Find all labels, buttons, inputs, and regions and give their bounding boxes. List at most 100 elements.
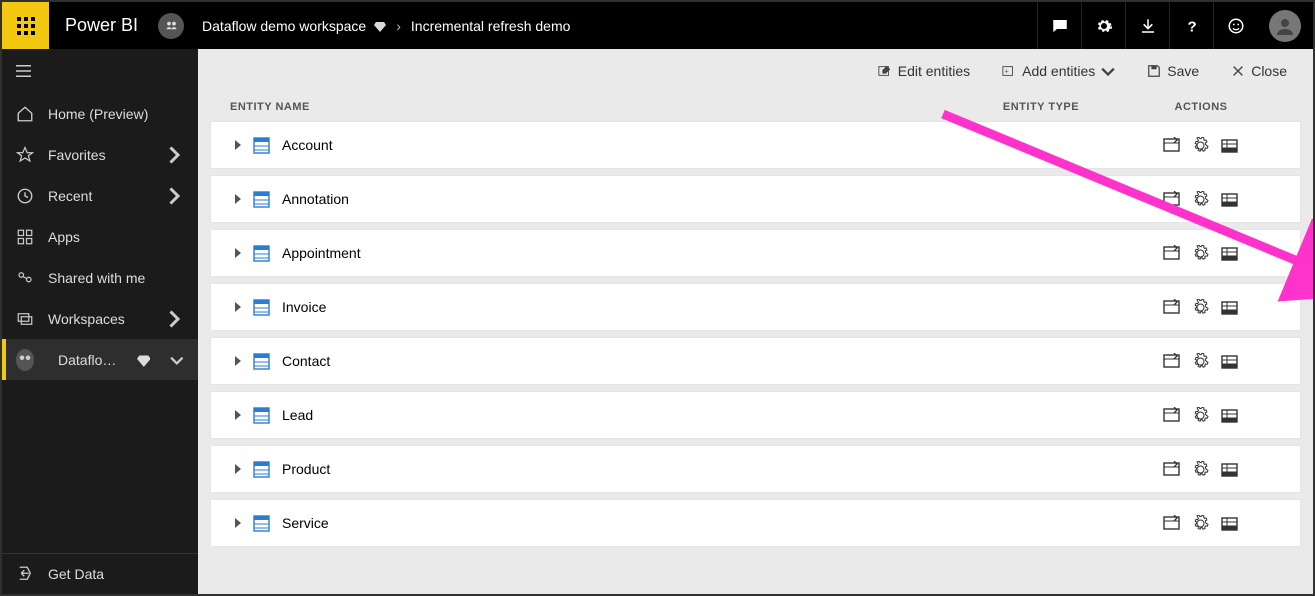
incremental-refresh-button[interactable] xyxy=(1221,407,1238,424)
expand-triangle-icon[interactable] xyxy=(235,464,241,474)
toolbar: Edit entities + Add entities Save Close xyxy=(210,49,1301,93)
feedback-button[interactable] xyxy=(1213,2,1257,49)
entity-settings-button[interactable] xyxy=(1192,515,1209,532)
tool-label: Save xyxy=(1167,63,1199,79)
entity-actions xyxy=(1120,137,1280,154)
expand-triangle-icon[interactable] xyxy=(235,194,241,204)
entity-settings-button[interactable] xyxy=(1192,137,1209,154)
entity-properties-button[interactable] xyxy=(1163,353,1180,370)
expand-triangle-icon[interactable] xyxy=(235,248,241,258)
entity-settings-button[interactable] xyxy=(1192,407,1209,424)
chevron-down-icon xyxy=(170,351,184,369)
chevron-down-icon xyxy=(1101,64,1115,78)
entity-properties-button[interactable] xyxy=(1163,137,1180,154)
app-launcher-button[interactable] xyxy=(2,2,49,49)
entity-name-cell: Service xyxy=(231,515,960,532)
sidebar-item-shared[interactable]: Shared with me xyxy=(2,257,198,298)
get-data-icon xyxy=(16,565,34,583)
star-icon xyxy=(16,146,34,164)
entity-settings-button[interactable] xyxy=(1192,299,1209,316)
svg-text:?: ? xyxy=(1187,18,1196,35)
entity-row[interactable]: Invoice xyxy=(210,283,1301,331)
sidebar-item-apps[interactable]: Apps xyxy=(2,216,198,257)
entity-properties-button[interactable] xyxy=(1163,461,1180,478)
settings-button[interactable] xyxy=(1081,2,1125,49)
incremental-refresh-button[interactable] xyxy=(1221,137,1238,154)
entity-name-cell: Lead xyxy=(231,407,960,424)
user-avatar[interactable] xyxy=(1269,10,1301,42)
download-button[interactable] xyxy=(1125,2,1169,49)
sidebar-item-home[interactable]: Home (Preview) xyxy=(2,93,198,134)
entity-settings-button[interactable] xyxy=(1192,245,1209,262)
save-button[interactable]: Save xyxy=(1147,63,1199,79)
add-entities-button[interactable]: + Add entities xyxy=(1002,63,1115,79)
sidebar-toggle[interactable] xyxy=(2,49,198,93)
sidebar-item-workspaces[interactable]: Workspaces xyxy=(2,298,198,339)
entity-properties-button[interactable] xyxy=(1163,407,1180,424)
breadcrumb-workspace[interactable]: Dataflow demo workspace xyxy=(158,13,386,39)
incremental-refresh-button[interactable] xyxy=(1221,245,1238,262)
sidebar-item-current-workspace[interactable]: Dataflow de... xyxy=(2,339,198,380)
product-name: Power BI xyxy=(65,15,138,36)
entity-settings-button[interactable] xyxy=(1192,353,1209,370)
entity-settings-button[interactable] xyxy=(1192,461,1209,478)
entity-properties-button[interactable] xyxy=(1163,299,1180,316)
sidebar-item-favorites[interactable]: Favorites xyxy=(2,134,198,175)
entity-row[interactable]: Contact xyxy=(210,337,1301,385)
incremental-refresh-button[interactable] xyxy=(1221,353,1238,370)
comments-button[interactable] xyxy=(1037,2,1081,49)
sidebar: Home (Preview) Favorites Recent Apps Sha… xyxy=(2,49,198,594)
sidebar-item-get-data[interactable]: Get Data xyxy=(2,553,198,594)
save-icon xyxy=(1147,64,1161,78)
close-button[interactable]: Close xyxy=(1231,63,1287,79)
chevron-right-icon xyxy=(166,187,184,205)
expand-triangle-icon[interactable] xyxy=(235,518,241,528)
incremental-refresh-button[interactable] xyxy=(1221,299,1238,316)
entity-name: Contact xyxy=(282,353,330,369)
entity-row[interactable]: Appointment xyxy=(210,229,1301,277)
menu-icon xyxy=(16,62,34,80)
edit-entities-button[interactable]: Edit entities xyxy=(878,63,970,79)
entity-properties-button[interactable] xyxy=(1163,515,1180,532)
expand-triangle-icon[interactable] xyxy=(235,410,241,420)
entity-actions xyxy=(1120,191,1280,208)
premium-diamond-icon xyxy=(374,20,386,32)
sidebar-label: Get Data xyxy=(48,566,104,582)
entity-row[interactable]: Product xyxy=(210,445,1301,493)
table-icon xyxy=(253,353,270,370)
sidebar-label: Home (Preview) xyxy=(48,106,148,122)
entity-row[interactable]: Account xyxy=(210,121,1301,169)
entity-name: Product xyxy=(282,461,330,477)
sidebar-label: Apps xyxy=(48,229,80,245)
topbar-right: ? xyxy=(1037,2,1313,49)
sidebar-label: Recent xyxy=(48,188,92,204)
entity-row[interactable]: Annotation xyxy=(210,175,1301,223)
entity-properties-button[interactable] xyxy=(1163,245,1180,262)
breadcrumb-workspace-label: Dataflow demo workspace xyxy=(202,18,366,34)
breadcrumb-item-label: Incremental refresh demo xyxy=(411,18,571,34)
svg-text:+: + xyxy=(1005,69,1009,76)
incremental-refresh-button[interactable] xyxy=(1221,461,1238,478)
entity-row[interactable]: Service xyxy=(210,499,1301,547)
list-header: ENTITY NAME ENTITY TYPE ACTIONS xyxy=(210,93,1301,121)
expand-triangle-icon[interactable] xyxy=(235,302,241,312)
entity-list: Account Annotation Appointment xyxy=(210,121,1301,547)
entity-name-cell: Account xyxy=(231,137,960,154)
expand-triangle-icon[interactable] xyxy=(235,140,241,150)
breadcrumb-item[interactable]: Incremental refresh demo xyxy=(411,18,571,34)
breadcrumb: Dataflow demo workspace › Incremental re… xyxy=(158,13,570,39)
help-button[interactable]: ? xyxy=(1169,2,1213,49)
incremental-refresh-button[interactable] xyxy=(1221,191,1238,208)
col-header-name: ENTITY NAME xyxy=(230,101,961,113)
table-icon xyxy=(253,245,270,262)
breadcrumb-separator: › xyxy=(396,18,401,34)
sidebar-item-recent[interactable]: Recent xyxy=(2,175,198,216)
entity-row[interactable]: Lead xyxy=(210,391,1301,439)
expand-triangle-icon[interactable] xyxy=(235,356,241,366)
entity-name: Annotation xyxy=(282,191,349,207)
incremental-refresh-button[interactable] xyxy=(1221,515,1238,532)
entity-settings-button[interactable] xyxy=(1192,191,1209,208)
table-icon xyxy=(253,299,270,316)
entity-properties-button[interactable] xyxy=(1163,191,1180,208)
download-icon xyxy=(1139,17,1157,35)
